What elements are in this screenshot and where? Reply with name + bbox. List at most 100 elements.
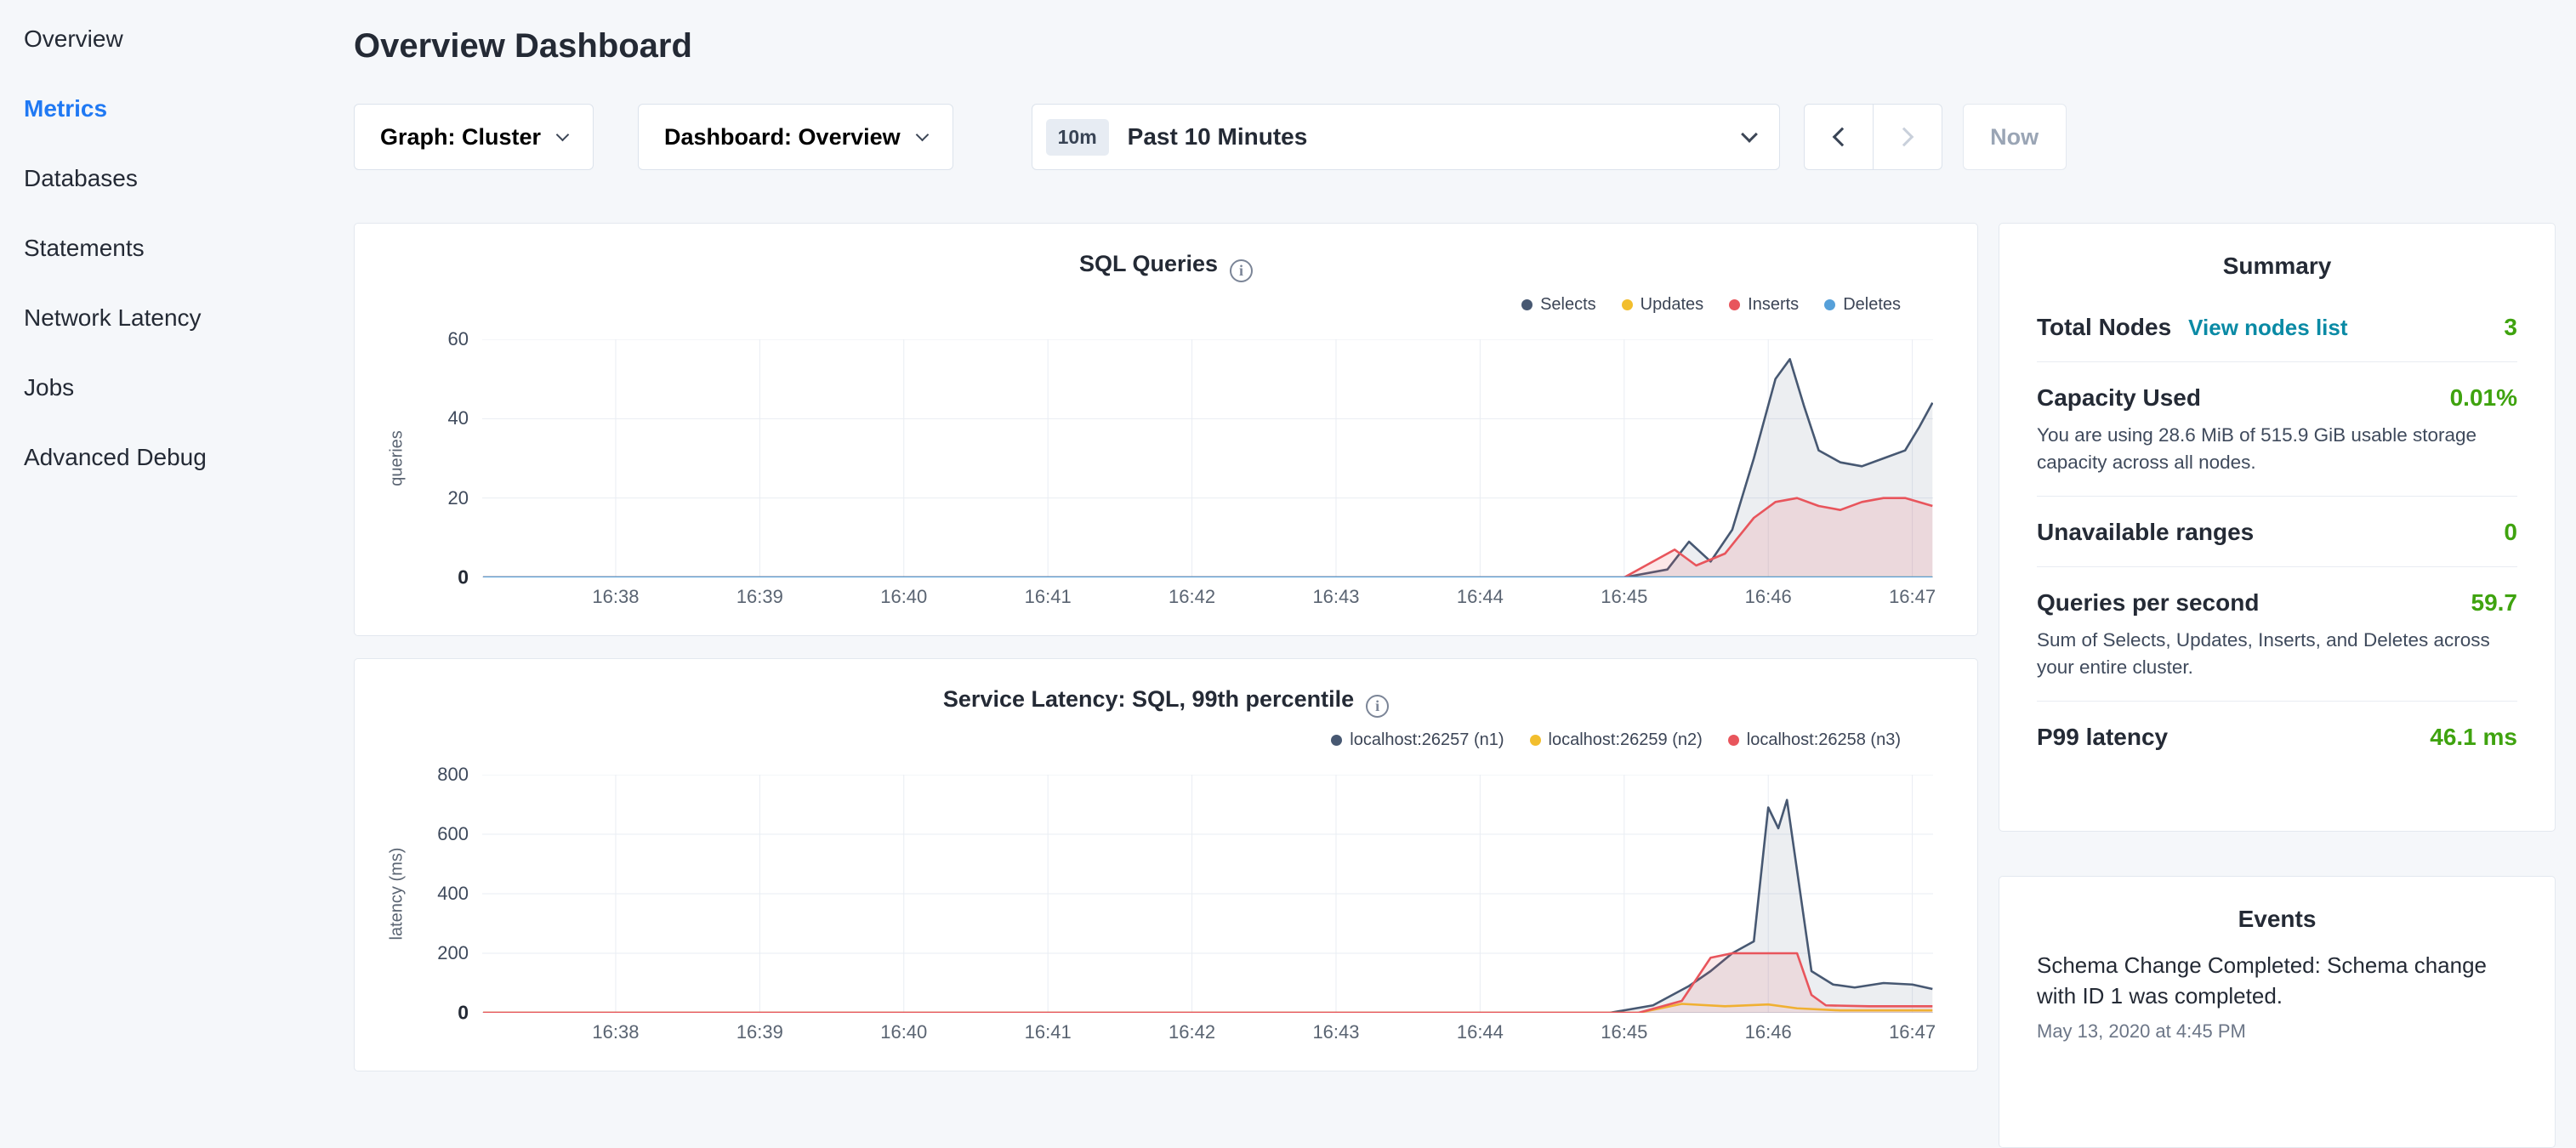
legend-item[interactable]: localhost:26257 (n1) [1331,730,1504,750]
event-timestamp: May 13, 2020 at 4:45 PM [2037,1020,2517,1043]
sidebar-item-label: Metrics [24,95,107,122]
x-tick-label: 16:43 [1312,586,1359,608]
main-content: Overview Dashboard Graph: Cluster Dashbo… [354,0,2576,1051]
legend-item[interactable]: localhost:26259 (n2) [1530,730,1703,750]
legend-dot-icon [1530,735,1541,746]
chevron-down-icon [556,128,570,141]
legend-item[interactable]: Updates [1622,295,1704,315]
chevron-down-icon [915,128,929,141]
summary-label: Unavailable ranges [2037,519,2254,546]
plot-column: 16:3816:3916:4016:4116:4216:4316:4416:45… [482,775,1933,1050]
x-tick-label: 16:45 [1601,586,1647,608]
sidebar-item-overview[interactable]: Overview [24,26,354,53]
legend-label: Inserts [1748,295,1799,315]
y-axis-title: queries [380,339,414,577]
legend-item[interactable]: Inserts [1729,295,1799,315]
legend-item[interactable]: Deletes [1824,295,1901,315]
x-axis-ticks: 16:3816:3916:4016:4116:4216:4316:4416:45… [482,1021,1933,1050]
sidebar: Overview Metrics Databases Statements Ne… [0,0,354,1051]
chart-plot[interactable] [482,339,1933,577]
chart-plot[interactable] [482,775,1933,1013]
x-tick-label: 16:38 [592,1021,639,1043]
summary-description: You are using 28.6 MiB of 515.9 GiB usab… [2037,422,2517,475]
sidebar-item-network-latency[interactable]: Network Latency [24,304,354,332]
charts-column: SQL Queries i Selects Updates Inserts Delete… [354,223,1978,1094]
legend-item[interactable]: Selects [1521,295,1596,315]
summary-row-head: P99 latency 46.1 ms [2037,724,2517,751]
y-tick-label: 60 [448,330,469,349]
x-tick-label: 16:39 [736,1021,783,1043]
summary-row-head: Queries per second 59.7 [2037,589,2517,617]
sidebar-item-jobs[interactable]: Jobs [24,374,354,401]
sidebar-list: Overview Metrics Databases Statements Ne… [24,26,354,471]
sidebar-item-advanced-debug[interactable]: Advanced Debug [24,444,354,471]
chart-header: Service Latency: SQL, 99th percentilei [355,686,1977,720]
y-axis-ticks: 0204060 [414,339,469,577]
sidebar-item-label: Statements [24,235,145,261]
y-axis-title: latency (ms) [380,775,414,1013]
x-tick-label: 16:41 [1025,586,1072,608]
y-tick-label: 200 [437,944,469,963]
right-sidebar: Summary Total Nodes View nodes list 3 Ca… [1999,223,2556,1148]
info-icon[interactable]: i [1230,259,1253,282]
time-prev-button[interactable] [1804,104,1874,170]
x-tick-label: 16:44 [1457,586,1504,608]
chart-title: SQL Queries [1079,251,1218,276]
time-controls: 10m Past 10 Minutes Now [1032,104,2067,170]
event-message: Schema Change Completed: Schema change w… [2037,950,2517,1012]
summary-description: Sum of Selects, Updates, Inserts, and De… [2037,627,2517,680]
summary-panel: Summary Total Nodes View nodes list 3 Ca… [1999,223,2556,832]
dashboard-label: Dashboard: Overview [664,124,901,151]
legend-label: Selects [1540,295,1596,315]
legend-label: localhost:26257 (n1) [1350,730,1504,750]
x-tick-label: 16:47 [1889,586,1936,608]
summary-value: 46.1 ms [2430,724,2517,751]
chart-header: SQL Queries i [355,251,1977,285]
y-axis-ticks: 0200400600800 [414,775,469,1013]
chart-body: queries 0204060 16:3816:3916:4016:4116:4… [355,339,1977,615]
sidebar-item-label: Advanced Debug [24,444,207,470]
time-range-badge: 10m [1046,119,1109,156]
x-tick-label: 16:46 [1745,1021,1792,1043]
sidebar-item-statements[interactable]: Statements [24,235,354,262]
page-title: Overview Dashboard [354,26,2556,66]
chart-legend: localhost:26257 (n1) localhost:26259 (n2)… [355,727,1977,753]
events-list: Schema Change Completed: Schema change w… [2037,945,2517,1043]
summary-label: Queries per second [2037,589,2259,617]
time-range-label: Past 10 Minutes [1128,123,1743,151]
chevron-right-icon [1894,128,1914,147]
info-icon[interactable]: i [1366,695,1389,718]
event-item[interactable]: Schema Change Completed: Schema change w… [2037,945,2517,1043]
chevron-left-icon [1832,128,1851,147]
summary-row: Queries per second 59.7 Sum of Selects, … [2037,567,2517,702]
sidebar-item-label: Jobs [24,374,74,401]
graph-scope-dropdown[interactable]: Graph: Cluster [354,104,594,170]
legend-dot-icon [1521,299,1533,310]
summary-row-head: Total Nodes View nodes list 3 [2037,314,2517,341]
dashboard-dropdown[interactable]: Dashboard: Overview [638,104,953,170]
x-tick-label: 16:39 [736,586,783,608]
summary-link[interactable]: View nodes list [2188,315,2347,341]
sidebar-item-metrics[interactable]: Metrics [24,95,354,122]
chevron-down-icon [1741,126,1758,143]
legend-dot-icon [1728,735,1739,746]
x-tick-label: 16:44 [1457,1021,1504,1043]
summary-row: Total Nodes View nodes list 3 [2037,292,2517,362]
content-row: SQL Queries i Selects Updates Inserts Delete… [354,223,2556,1148]
summary-row-head: Unavailable ranges 0 [2037,519,2517,546]
x-tick-label: 16:45 [1601,1021,1647,1043]
time-range-dropdown[interactable]: 10m Past 10 Minutes [1032,104,1780,170]
x-tick-label: 16:41 [1025,1021,1072,1043]
legend-label: localhost:26259 (n2) [1549,730,1703,750]
time-pager [1804,104,1942,170]
now-button[interactable]: Now [1963,104,2067,170]
sidebar-item-databases[interactable]: Databases [24,165,354,192]
time-next-button[interactable] [1873,104,1942,170]
chart-panel-sql-queries: SQL Queries i Selects Updates Inserts Delete… [354,223,1978,636]
legend-item[interactable]: localhost:26258 (n3) [1728,730,1901,750]
controls-bar: Graph: Cluster Dashboard: Overview 10m P… [354,104,2556,170]
summary-title: Summary [2037,224,2517,292]
summary-rows: Total Nodes View nodes list 3 Capacity U… [2037,292,2517,771]
legend-dot-icon [1824,299,1835,310]
app-root: Overview Metrics Databases Statements Ne… [0,0,2576,1051]
